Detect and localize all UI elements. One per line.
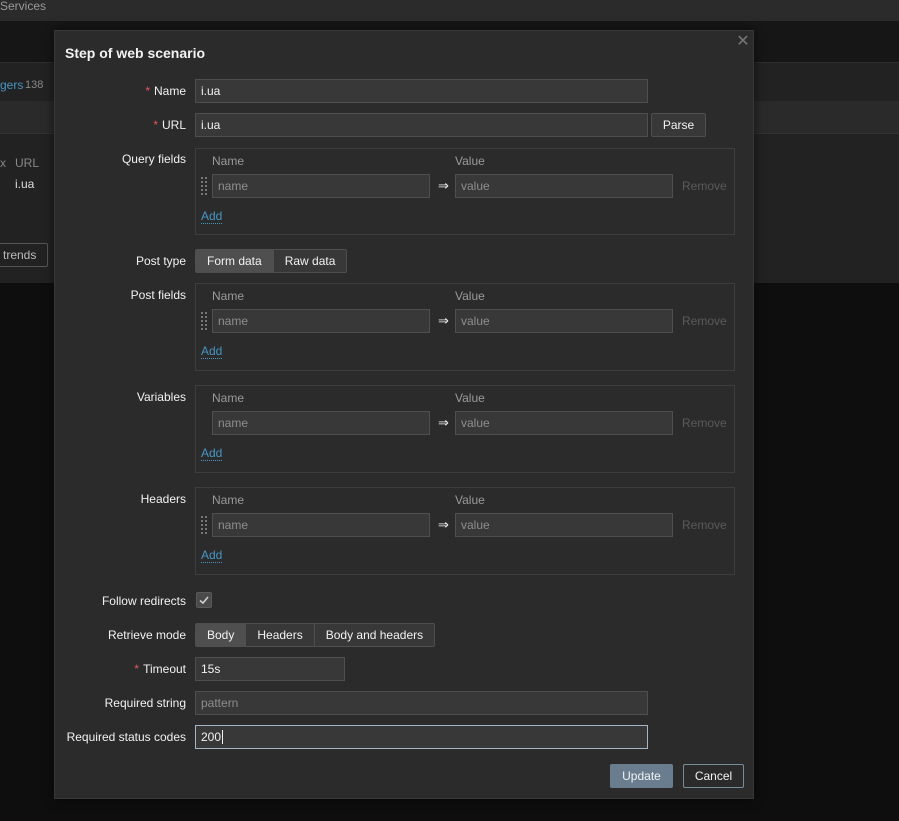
query-add-link[interactable]: Add — [201, 209, 223, 224]
required-marker: * — [145, 84, 150, 98]
parse-button[interactable]: Parse — [651, 113, 706, 137]
post-type-label: Post type — [135, 254, 186, 268]
timeout-label-text: Timeout — [143, 662, 186, 676]
headers-name-header: Name — [212, 493, 245, 507]
variables-remove-link[interactable]: Remove — [682, 416, 727, 430]
required-marker: * — [153, 118, 158, 132]
retrieve-mode-toggle: Body Headers Body and headers — [195, 623, 436, 647]
query-value-header: Value — [455, 154, 485, 168]
text-caret — [222, 730, 224, 744]
checkmark-icon — [199, 596, 209, 605]
dialog-title: Step of web scenario — [65, 45, 206, 61]
arrow-icon: ⇒ — [438, 313, 449, 328]
arrow-icon: ⇒ — [438, 178, 449, 193]
arrow-icon: ⇒ — [438, 415, 449, 430]
url-input[interactable]: i.ua — [195, 113, 648, 137]
retrieve-mode-body-and-headers[interactable]: Body and headers — [314, 624, 435, 646]
background-url-cell: i.ua — [15, 177, 35, 191]
headers-remove-link[interactable]: Remove — [682, 518, 727, 532]
name-label: * Name — [55, 84, 186, 98]
close-icon[interactable]: ✕ — [736, 34, 750, 50]
headers-name-input[interactable]: name — [212, 513, 430, 537]
required-string-input[interactable]: pattern — [195, 691, 648, 715]
post-name-header: Name — [212, 289, 245, 303]
query-remove-link[interactable]: Remove — [682, 179, 727, 193]
drag-handle-icon[interactable] — [201, 312, 207, 330]
query-fields-label: Query fields — [121, 152, 186, 166]
retrieve-mode-label: Retrieve mode — [107, 628, 186, 642]
timeout-label: * Timeout — [55, 662, 186, 676]
required-status-codes-value: 200 — [201, 730, 222, 744]
follow-redirects-label: Follow redirects — [101, 594, 186, 608]
variables-value-input[interactable]: value — [455, 411, 673, 435]
cancel-button[interactable]: Cancel — [683, 764, 744, 788]
background-topbar: Services — [0, 0, 899, 21]
query-fields-table: Name Value name ⇒ value Remove Add — [195, 148, 735, 235]
post-value-input[interactable]: value — [455, 309, 673, 333]
name-input[interactable]: i.ua — [195, 79, 648, 103]
query-value-input[interactable]: value — [455, 174, 673, 198]
timeout-input[interactable]: 15s — [195, 657, 345, 681]
triggers-tab-link: gers — [0, 78, 24, 92]
post-type-raw-data[interactable]: Raw data — [273, 250, 347, 272]
query-name-input[interactable]: name — [212, 174, 430, 198]
query-name-header: Name — [212, 154, 245, 168]
drag-handle-icon[interactable] — [201, 516, 207, 534]
retrieve-mode-body[interactable]: Body — [196, 624, 247, 646]
post-name-input[interactable]: name — [212, 309, 430, 333]
services-menu-item: Services — [0, 0, 47, 13]
variables-value-header: Value — [455, 391, 485, 405]
variables-label: Variables — [136, 390, 186, 404]
background-trends-button: trends — [0, 243, 48, 267]
post-remove-link[interactable]: Remove — [682, 314, 727, 328]
triggers-count: 138 — [25, 79, 44, 91]
name-label-text: Name — [153, 84, 186, 98]
required-status-codes-input[interactable]: 200 — [195, 725, 648, 749]
variables-add-link[interactable]: Add — [201, 446, 223, 461]
post-add-link[interactable]: Add — [201, 344, 223, 359]
headers-value-header: Value — [455, 493, 485, 507]
url-label: * URL — [55, 118, 186, 132]
headers-add-link[interactable]: Add — [201, 548, 223, 563]
variables-name-input[interactable]: name — [212, 411, 430, 435]
background-column-marker: x — [0, 156, 6, 170]
post-fields-label: Post fields — [130, 288, 186, 302]
web-scenario-step-dialog: Step of web scenario ✕ * Name i.ua * URL i… — [54, 30, 754, 799]
variables-table: Name Value name ⇒ value Remove Add — [195, 385, 735, 473]
drag-handle-icon[interactable] — [201, 177, 207, 195]
post-type-form-data[interactable]: Form data — [196, 250, 274, 272]
post-fields-table: Name Value name ⇒ value Remove Add — [195, 283, 735, 371]
url-label-text: URL — [161, 118, 186, 132]
post-value-header: Value — [455, 289, 485, 303]
arrow-icon: ⇒ — [438, 517, 449, 532]
update-button[interactable]: Update — [610, 764, 673, 788]
required-string-label: Required string — [104, 696, 186, 710]
follow-redirects-checkbox[interactable] — [196, 592, 212, 608]
headers-table: Name Value name ⇒ value Remove Add — [195, 487, 735, 575]
headers-label: Headers — [140, 492, 186, 506]
variables-name-header: Name — [212, 391, 245, 405]
post-type-toggle: Form data Raw data — [195, 249, 348, 273]
headers-value-input[interactable]: value — [455, 513, 673, 537]
background-url-column-header: URL — [15, 156, 40, 170]
retrieve-mode-headers[interactable]: Headers — [246, 624, 315, 646]
required-marker: * — [134, 662, 140, 676]
required-status-codes-label: Required status codes — [66, 730, 186, 744]
